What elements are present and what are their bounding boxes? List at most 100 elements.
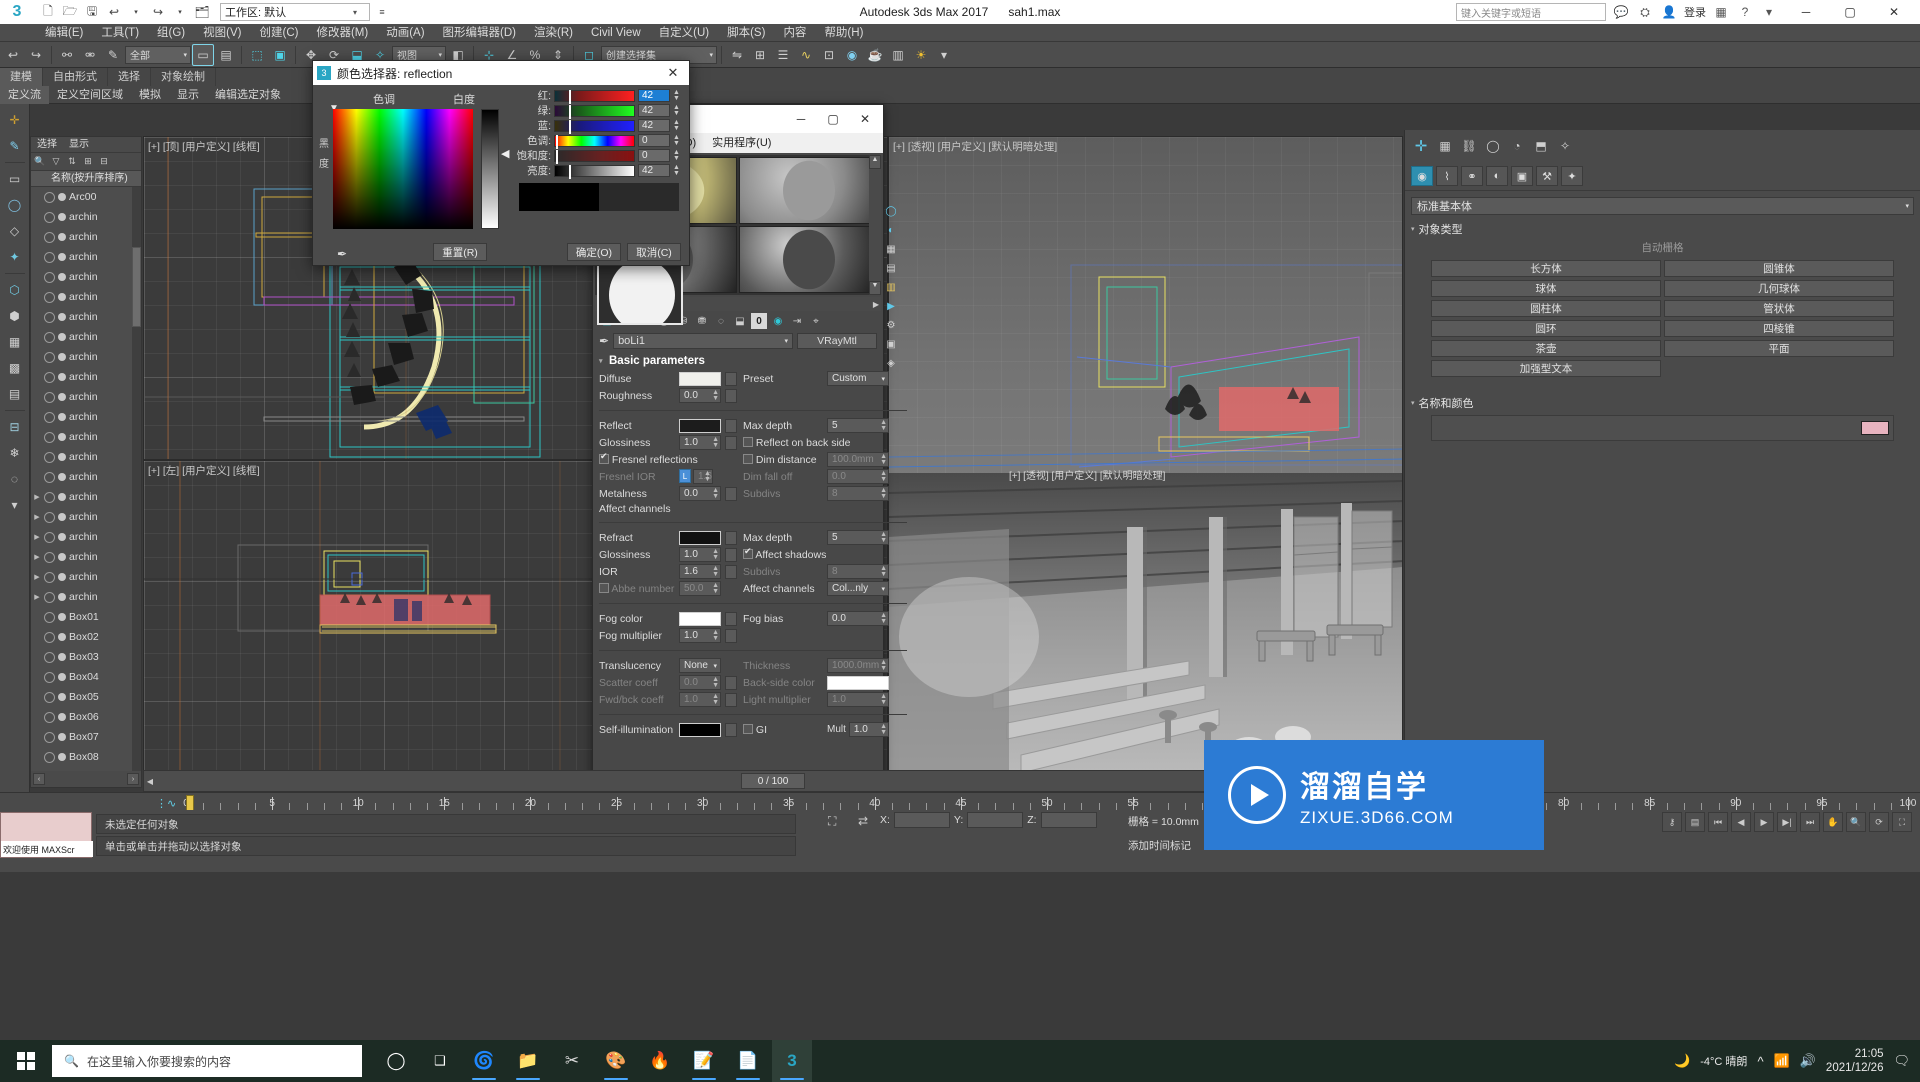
- menu-item-5[interactable]: 修改器(M): [307, 24, 377, 42]
- map-button[interactable]: [725, 628, 737, 643]
- select-by-material-icon[interactable]: ▣: [883, 336, 899, 352]
- curve-editor-icon[interactable]: ∿: [795, 44, 817, 66]
- track-view-icon[interactable]: ⋮∿: [156, 797, 176, 810]
- ribbon-tab-1[interactable]: 自由形式: [43, 68, 108, 86]
- element-tool-icon[interactable]: ▤: [3, 382, 27, 406]
- explorer-item[interactable]: ▶ archin: [31, 507, 141, 527]
- paint-icon[interactable]: 🎨: [596, 1040, 636, 1082]
- whiteness-slider[interactable]: [481, 109, 499, 229]
- visibility-eye-icon[interactable]: [44, 191, 55, 203]
- visibility-eye-icon[interactable]: [44, 231, 55, 243]
- visibility-eye-icon[interactable]: [44, 711, 55, 723]
- tray-overflow-icon[interactable]: ^: [1757, 1054, 1763, 1069]
- network-icon[interactable]: 📶: [1774, 1053, 1790, 1069]
- param-checkbox[interactable]: Abbe number: [599, 582, 675, 595]
- hide-icon[interactable]: ◌: [3, 467, 27, 491]
- absolute-mode-icon[interactable]: ⇄: [858, 814, 868, 828]
- render-dot-icon[interactable]: [58, 673, 66, 681]
- go-to-end-icon[interactable]: ⏭: [1800, 812, 1820, 832]
- explorer-item[interactable]: archin: [31, 367, 141, 387]
- channel-spinner-icon[interactable]: ▲ ▼: [673, 119, 681, 132]
- map-button[interactable]: [725, 371, 737, 386]
- channel-value-input[interactable]: 42: [638, 164, 670, 177]
- visibility-eye-icon[interactable]: [44, 351, 55, 363]
- channel-slider[interactable]: [554, 89, 635, 104]
- render-dot-icon[interactable]: [58, 473, 66, 481]
- lasso-select-icon[interactable]: ✦: [3, 245, 27, 269]
- set-project-icon[interactable]: 🗂: [192, 2, 212, 22]
- render-dot-icon[interactable]: [58, 213, 66, 221]
- go-to-parent-icon[interactable]: ◉: [770, 313, 786, 329]
- signin-label[interactable]: 登录: [1684, 4, 1706, 20]
- explorer-item[interactable]: Box07: [31, 727, 141, 747]
- undo-dropdown-icon[interactable]: ▾: [126, 2, 146, 22]
- explorer-collapse-icon[interactable]: ⊟: [97, 155, 111, 169]
- scroll-up-icon[interactable]: ▲: [869, 155, 881, 169]
- checkbox-icon[interactable]: [743, 723, 753, 734]
- channel-value-input[interactable]: 42: [638, 104, 670, 117]
- param-spinner[interactable]: 1.0 ▲ ▼: [679, 692, 721, 707]
- render-dot-icon[interactable]: [58, 373, 66, 381]
- primitive-button-8[interactable]: 茶壶: [1431, 340, 1661, 357]
- camera-icon[interactable]: ⬒: [1531, 136, 1551, 156]
- put-to-library-icon[interactable]: ⛃: [694, 313, 710, 329]
- visibility-eye-icon[interactable]: [44, 431, 55, 443]
- ribbon-button-2[interactable]: 模拟: [131, 86, 169, 104]
- video-color-check-icon[interactable]: ▥: [883, 279, 899, 295]
- render-dot-icon[interactable]: [58, 433, 66, 441]
- param-spinner[interactable]: 8 ▲ ▼: [827, 564, 889, 579]
- material-editor-menu-2[interactable]: 实用程序(U): [704, 133, 779, 153]
- polygon-tool-icon[interactable]: ⬡: [3, 278, 27, 302]
- checkbox-icon[interactable]: [743, 453, 753, 464]
- clock[interactable]: 21:05 2021/12/26: [1826, 1047, 1884, 1075]
- render-dot-icon[interactable]: [58, 593, 66, 601]
- next-frame-icon[interactable]: ▶|: [1777, 812, 1797, 832]
- isolate-icon[interactable]: ⊟: [3, 415, 27, 439]
- link-icon[interactable]: ⛓: [1459, 136, 1479, 156]
- render-dot-icon[interactable]: [58, 453, 66, 461]
- render-production-icon[interactable]: ☀: [910, 44, 932, 66]
- ribbon-tab-3[interactable]: 对象绘制: [151, 68, 216, 86]
- set-key-icon[interactable]: ⚷: [1662, 812, 1682, 832]
- spinner-arrows-icon[interactable]: ▲ ▼: [880, 693, 887, 706]
- primitive-button-2[interactable]: 球体: [1431, 280, 1661, 297]
- open-file-icon[interactable]: 🗁: [60, 2, 80, 22]
- explorer-filter-icon[interactable]: ▽: [49, 155, 63, 169]
- visibility-eye-icon[interactable]: [44, 291, 55, 303]
- slider-knob[interactable]: [569, 104, 572, 119]
- material-effects-icon[interactable]: ◌: [713, 313, 729, 329]
- render-dot-icon[interactable]: [58, 733, 66, 741]
- viewport-perspective[interactable]: [+] [透视] [用户定义] [默认明暗处理] [+] [透视] [用户定义]…: [888, 136, 1403, 788]
- visibility-eye-icon[interactable]: [44, 571, 55, 583]
- channel-value-input[interactable]: 0: [638, 149, 670, 162]
- visibility-eye-icon[interactable]: [44, 311, 55, 323]
- param-spinner[interactable]: 0.0 ▲ ▼: [679, 388, 721, 403]
- redo-dropdown-icon[interactable]: ▾: [170, 2, 190, 22]
- render-dot-icon[interactable]: [58, 273, 66, 281]
- more-icon[interactable]: ▾: [1760, 3, 1778, 21]
- explorer-item[interactable]: Box01: [31, 607, 141, 627]
- helper-icon[interactable]: ✧: [1555, 136, 1575, 156]
- render-dot-icon[interactable]: [58, 233, 66, 241]
- render-dot-icon[interactable]: [58, 293, 66, 301]
- explorer-item[interactable]: Box02: [31, 627, 141, 647]
- file-explorer-icon[interactable]: 📁: [508, 1040, 548, 1082]
- firefox-icon[interactable]: 🔥: [640, 1040, 680, 1082]
- show-end-result-icon[interactable]: 0: [751, 313, 767, 329]
- primitive-button-7[interactable]: 四棱锥: [1664, 320, 1894, 337]
- map-button[interactable]: [725, 486, 737, 501]
- expand-triangle-icon[interactable]: ▶: [33, 553, 41, 561]
- slider-knob[interactable]: [569, 89, 572, 104]
- param-spinner[interactable]: 1.0 ▲ ▼: [848, 722, 889, 737]
- map-button[interactable]: [725, 692, 737, 707]
- channel-spinner-icon[interactable]: ▲ ▼: [673, 149, 681, 162]
- explorer-item[interactable]: archin: [31, 207, 141, 227]
- render-dot-icon[interactable]: [58, 533, 66, 541]
- tab-motion[interactable]: ◐: [1486, 166, 1508, 186]
- spinner-arrows-icon[interactable]: ▲ ▼: [880, 723, 887, 736]
- color-swatch[interactable]: [827, 675, 889, 690]
- freeze-icon[interactable]: ❄: [3, 441, 27, 465]
- color-swatch[interactable]: [679, 722, 721, 737]
- param-spinner[interactable]: 0.0 ▲ ▼: [827, 611, 889, 626]
- explorer-item[interactable]: Box05: [31, 687, 141, 707]
